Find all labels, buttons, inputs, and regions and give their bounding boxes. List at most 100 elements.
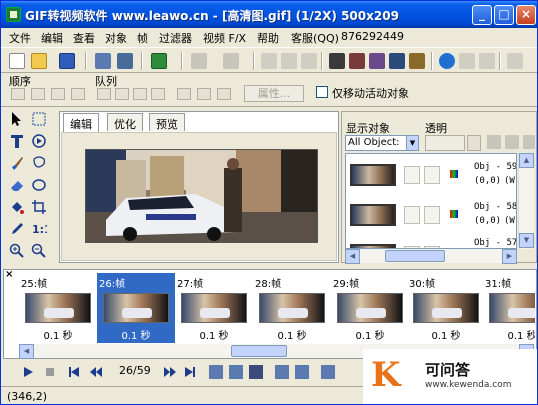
bring-front-icon[interactable]: [11, 88, 25, 100]
layer-icon[interactable]: [487, 135, 501, 149]
scroll-thumb[interactable]: [385, 250, 445, 262]
paste-icon[interactable]: [301, 53, 317, 69]
frame-thumbnail[interactable]: 29:帧 0.1 秒: [331, 273, 409, 343]
crop-icon[interactable]: [31, 199, 47, 215]
menu-object[interactable]: 对象: [105, 30, 127, 46]
frame-thumbnail[interactable]: 25:帧 0.1 秒: [19, 273, 97, 343]
layer-copy-icon[interactable]: [505, 135, 519, 149]
frame-thumbnail-selected[interactable]: 26:帧 0.1 秒: [97, 273, 175, 343]
align-top-icon[interactable]: [151, 88, 165, 100]
actual-size-icon[interactable]: 1:1: [31, 221, 47, 237]
open-folder-icon[interactable]: [31, 53, 47, 69]
scroll-up-icon[interactable]: ▲: [519, 153, 534, 168]
duplicate-frame-icon[interactable]: [229, 365, 243, 379]
frame-insert-icon[interactable]: [349, 53, 365, 69]
send-backward-icon[interactable]: [51, 88, 65, 100]
stop-icon[interactable]: [43, 365, 57, 379]
layer-delete-icon[interactable]: [523, 135, 535, 149]
object-list[interactable]: Obj - 59 (0,0) (W: Obj - 58 (0,0) (W: Ob…: [345, 153, 517, 249]
frame-duplicate-icon[interactable]: [369, 53, 385, 69]
transparency-input[interactable]: [425, 135, 465, 151]
frame-options-icon[interactable]: [321, 365, 335, 379]
scroll-left-icon[interactable]: ◀: [19, 344, 34, 359]
preview-icon[interactable]: [459, 53, 475, 69]
last-frame-icon[interactable]: [183, 365, 197, 379]
visibility-toggle[interactable]: [404, 206, 420, 224]
delete-frame-icon[interactable]: [249, 365, 263, 379]
next-frame-icon[interactable]: [163, 365, 177, 379]
cut-icon[interactable]: [261, 53, 277, 69]
zoom-out-icon[interactable]: [31, 243, 47, 259]
redo-icon[interactable]: [223, 53, 239, 69]
scroll-down-icon[interactable]: ▼: [519, 233, 534, 248]
menu-help[interactable]: 帮助: [257, 30, 279, 46]
menu-filter[interactable]: 过滤器: [159, 30, 192, 46]
import-icon[interactable]: [95, 53, 111, 69]
undo-icon[interactable]: [191, 53, 207, 69]
move-frame-icon[interactable]: [275, 365, 289, 379]
play-icon[interactable]: [21, 365, 35, 379]
frame-preview-image[interactable]: [85, 149, 318, 243]
film-icon[interactable]: [329, 53, 345, 69]
list-item[interactable]: Obj - 59 (0,0) (W:: [346, 156, 516, 196]
reverse-frames-icon[interactable]: [295, 365, 309, 379]
bring-forward-icon[interactable]: [31, 88, 45, 100]
brush-icon[interactable]: [9, 155, 25, 171]
close-strip-icon[interactable]: ×: [5, 269, 13, 280]
align-right-icon[interactable]: [133, 88, 147, 100]
copy-icon[interactable]: [281, 53, 297, 69]
fill-bucket-icon[interactable]: [9, 199, 25, 215]
menu-file[interactable]: 文件: [9, 30, 31, 46]
list-item[interactable]: Obj - 58 (0,0) (W:: [346, 196, 516, 236]
settings-icon[interactable]: [479, 53, 495, 69]
ellipse-tool-icon[interactable]: [31, 177, 47, 193]
align-bottom-icon[interactable]: [197, 88, 211, 100]
tab-optimize[interactable]: 优化: [107, 113, 143, 131]
visibility-toggle[interactable]: [404, 166, 420, 184]
distribute-icon[interactable]: [217, 88, 231, 100]
scroll-thumb[interactable]: [231, 345, 287, 357]
frame-thumbnail[interactable]: 28:帧 0.1 秒: [253, 273, 331, 343]
delete-frame-icon[interactable]: [389, 53, 405, 69]
help-cursor-icon[interactable]: [507, 53, 523, 69]
marquee-select-icon[interactable]: [31, 111, 47, 127]
properties-button[interactable]: 属性...: [244, 85, 304, 102]
menu-frame[interactable]: 帧: [137, 30, 148, 46]
menu-support-qq[interactable]: 客服(QQ): [291, 30, 339, 46]
scroll-left-icon[interactable]: ◀: [345, 249, 360, 264]
close-button[interactable]: ×: [516, 5, 536, 25]
browser-icon[interactable]: [439, 53, 455, 69]
frame-thumbnail[interactable]: 27:帧 0.1 秒: [175, 273, 253, 343]
save-icon[interactable]: [59, 53, 75, 69]
menu-video-fx[interactable]: 视频 F/X: [203, 30, 246, 46]
add-frame-icon[interactable]: [209, 365, 223, 379]
wizard-icon[interactable]: [151, 53, 167, 69]
export-icon[interactable]: [117, 53, 133, 69]
align-center-icon[interactable]: [115, 88, 129, 100]
minimize-button[interactable]: _: [472, 5, 492, 25]
frame-thumbnail[interactable]: 30:帧 0.1 秒: [407, 273, 485, 343]
tab-preview[interactable]: 预览: [149, 113, 185, 131]
tab-edit[interactable]: 编辑: [63, 113, 99, 132]
first-frame-icon[interactable]: [67, 365, 81, 379]
arrow-select-icon[interactable]: [9, 111, 25, 127]
send-back-icon[interactable]: [71, 88, 85, 100]
previous-frame-icon[interactable]: [89, 365, 103, 379]
tools-icon[interactable]: [409, 53, 425, 69]
menu-view[interactable]: 查看: [73, 30, 95, 46]
object-list-scrollbar[interactable]: ▲ ▼: [518, 153, 534, 249]
object-filter-select[interactable]: All Object: ▼: [345, 135, 419, 151]
lock-toggle[interactable]: [424, 166, 440, 184]
zoom-in-icon[interactable]: [9, 243, 25, 259]
maximize-button[interactable]: □: [494, 5, 514, 25]
align-middle-icon[interactable]: [177, 88, 191, 100]
menu-edit[interactable]: 编辑: [41, 30, 63, 46]
title-bar[interactable]: GIF转视频软件 www.leawo.cn - [高清图.gif] (1/2X)…: [1, 1, 537, 28]
play-circle-icon[interactable]: [31, 133, 47, 149]
object-list-hscrollbar[interactable]: ◀ ▶: [345, 249, 517, 264]
eraser-icon[interactable]: [9, 177, 25, 193]
lock-toggle[interactable]: [424, 206, 440, 224]
eyedropper-icon[interactable]: [9, 221, 25, 237]
frame-thumbnail[interactable]: 31:帧 0.1 秒: [483, 273, 535, 343]
new-file-icon[interactable]: [9, 53, 25, 69]
